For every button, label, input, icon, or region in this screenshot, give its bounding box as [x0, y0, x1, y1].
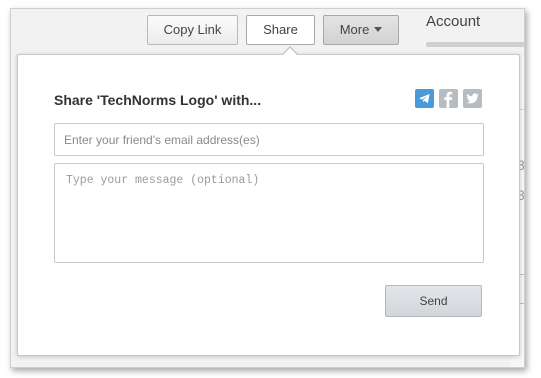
- message-textarea[interactable]: [54, 163, 484, 263]
- account-label[interactable]: Account: [426, 13, 480, 30]
- app-window: Copy Link Share More Account 8 8 e Share…: [10, 8, 525, 368]
- top-toolbar: Copy Link Share More Account: [11, 9, 524, 57]
- account-bar: [426, 42, 524, 47]
- email-input[interactable]: [54, 123, 484, 156]
- share-title: Share 'TechNorms Logo' with...: [54, 92, 262, 108]
- share-popup: Share 'TechNorms Logo' with... Send: [17, 46, 520, 356]
- caret-down-icon: [374, 27, 383, 32]
- share-button[interactable]: Share: [246, 15, 315, 45]
- more-button[interactable]: More: [323, 15, 399, 45]
- more-label: More: [339, 22, 370, 37]
- send-button[interactable]: Send: [385, 285, 482, 317]
- facebook-icon[interactable]: [439, 89, 458, 108]
- telegram-icon[interactable]: [415, 89, 434, 108]
- twitter-icon[interactable]: [463, 89, 482, 108]
- copy-link-button[interactable]: Copy Link: [147, 15, 238, 45]
- popup-arrow-fill: [282, 48, 298, 56]
